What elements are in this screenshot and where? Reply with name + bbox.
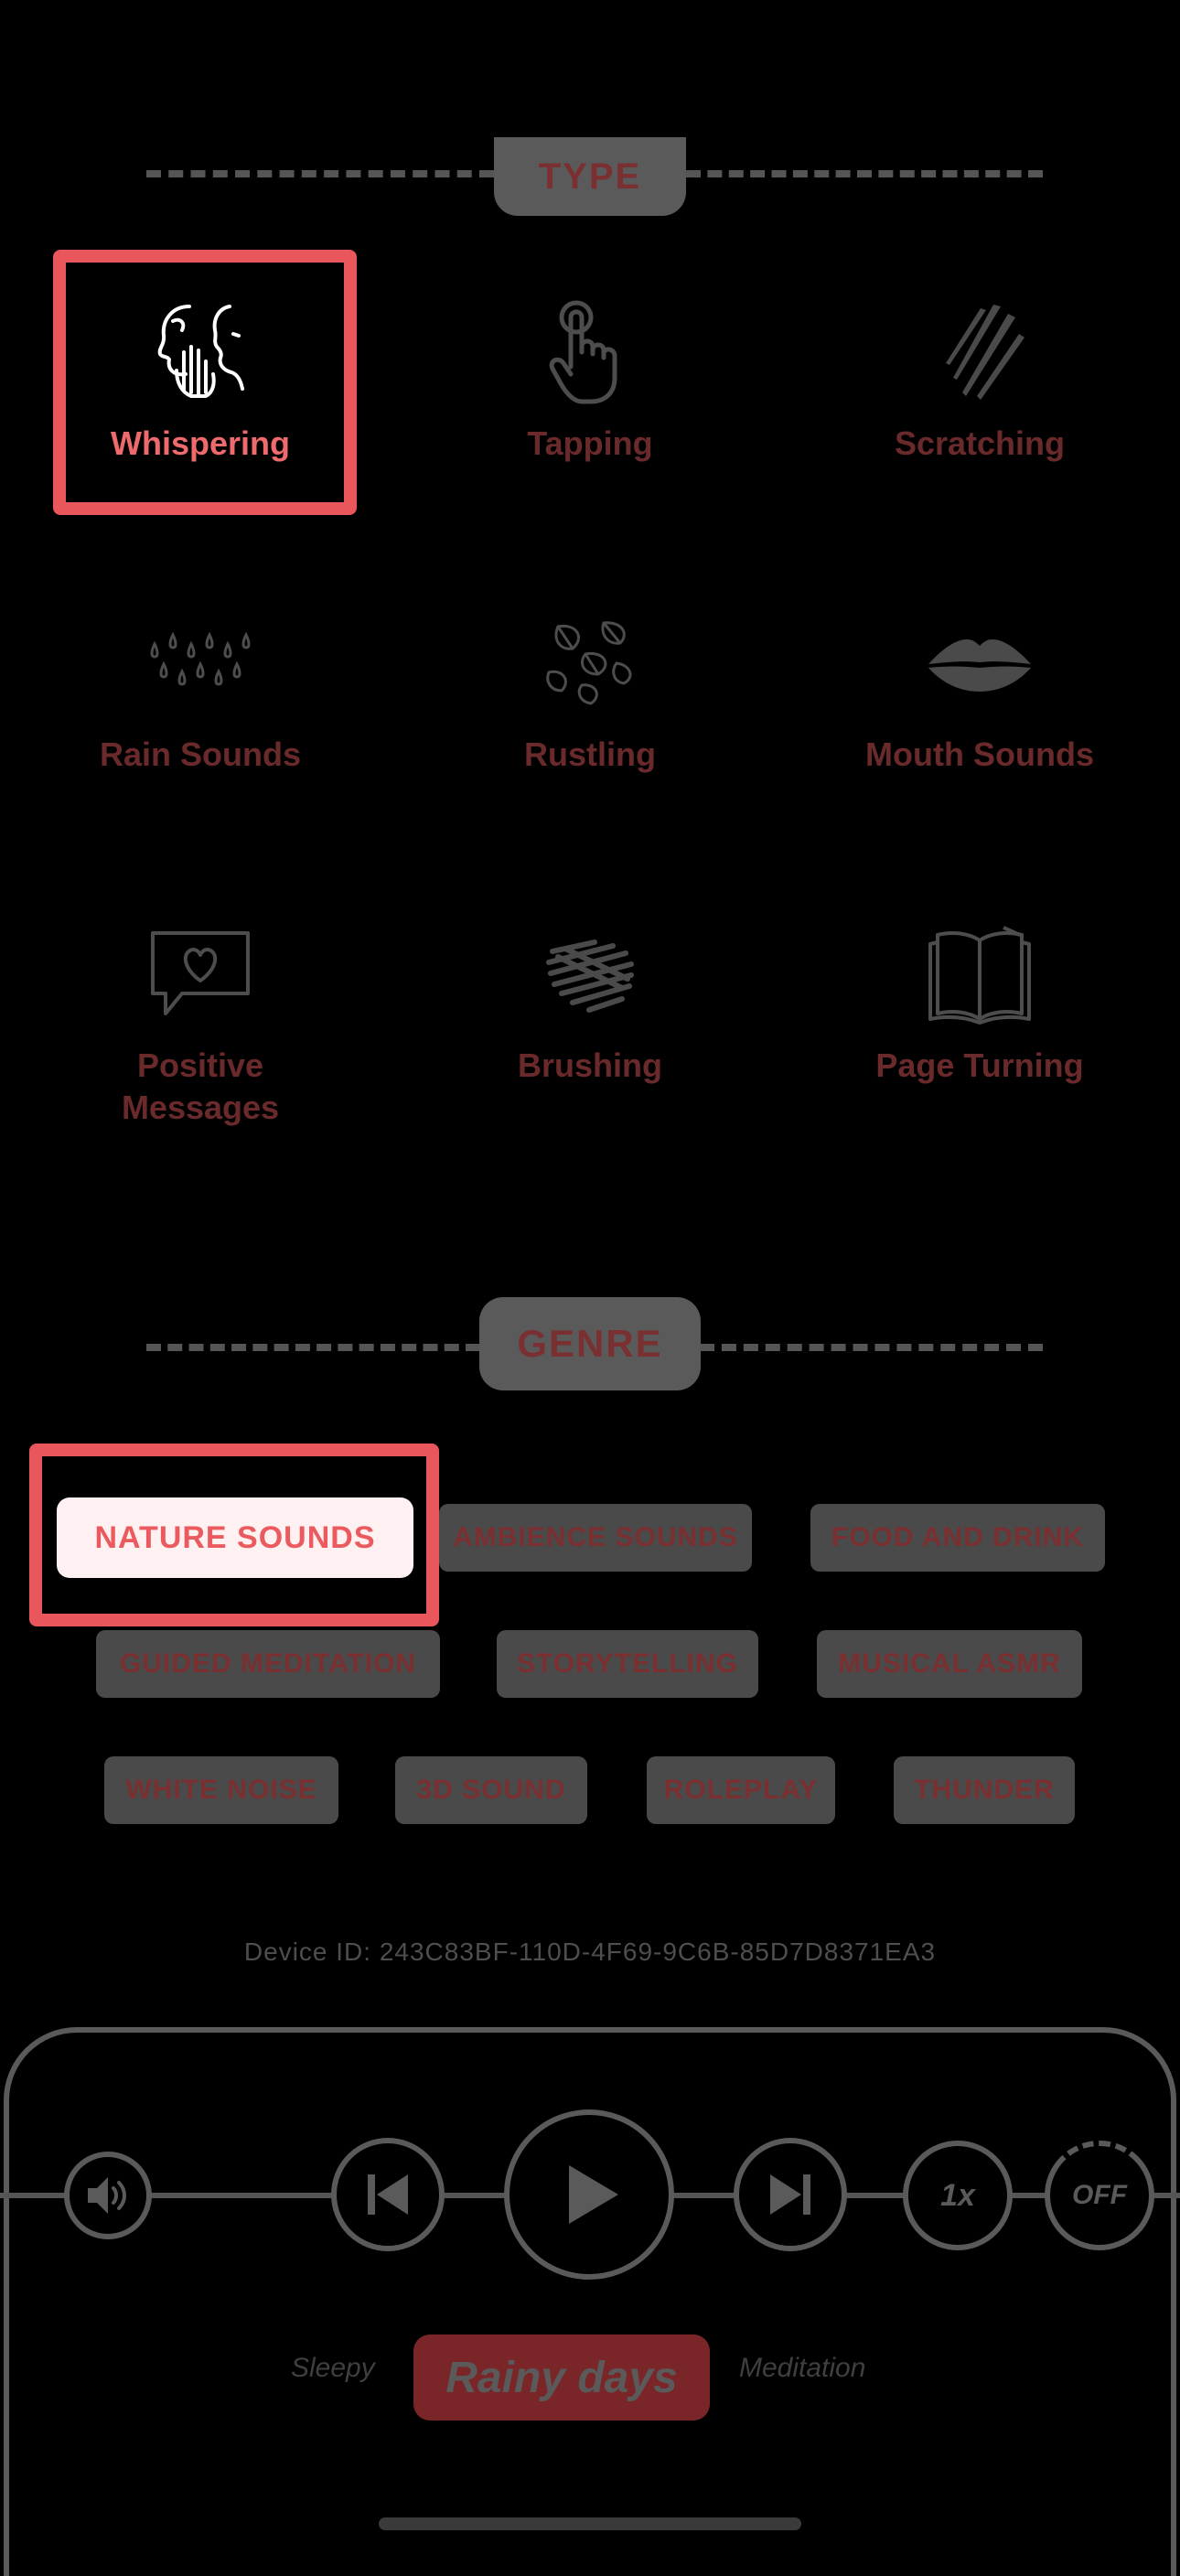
genre-chip-3d-sound[interactable]: 3D SOUND bbox=[395, 1756, 587, 1824]
genre-chip-thunder[interactable]: THUNDER bbox=[894, 1756, 1075, 1824]
type-label: Rustling bbox=[524, 735, 656, 773]
type-label: Whispering bbox=[111, 424, 290, 462]
scratch-marks-icon bbox=[920, 293, 1039, 412]
type-whispering[interactable]: Whispering bbox=[49, 293, 351, 465]
genre-divider-left bbox=[146, 1344, 480, 1351]
mode-rainy-days[interactable]: Rainy days bbox=[413, 2334, 710, 2420]
genre-chip-nature-sounds[interactable]: NATURE SOUNDS bbox=[57, 1497, 413, 1578]
type-page-turning[interactable]: Page Turning bbox=[829, 915, 1131, 1087]
genre-divider-right bbox=[700, 1344, 1043, 1351]
type-label: Tapping bbox=[527, 424, 653, 462]
playback-speed-button[interactable]: 1x bbox=[903, 2141, 1013, 2250]
heart-message-icon bbox=[141, 915, 260, 1034]
genre-section-title: GENRE bbox=[479, 1297, 701, 1390]
brush-scribble-icon bbox=[531, 915, 649, 1034]
skip-forward-icon bbox=[770, 2174, 810, 2215]
type-brushing[interactable]: Brushing bbox=[439, 915, 741, 1087]
genre-chip-white-noise[interactable]: WHITE NOISE bbox=[104, 1756, 338, 1824]
type-rain-sounds[interactable]: Rain Sounds bbox=[49, 604, 351, 776]
type-section-title: TYPE bbox=[494, 137, 686, 216]
next-track-button[interactable] bbox=[734, 2138, 847, 2251]
previous-track-button[interactable] bbox=[331, 2138, 445, 2251]
type-label: Rain Sounds bbox=[99, 735, 301, 773]
tapping-finger-icon bbox=[531, 293, 649, 412]
type-positive-messages[interactable]: Positive Messages bbox=[49, 915, 351, 1129]
play-icon bbox=[569, 2165, 618, 2224]
type-tapping[interactable]: Tapping bbox=[439, 293, 741, 465]
type-label: Page Turning bbox=[875, 1046, 1084, 1084]
lips-icon bbox=[920, 604, 1039, 723]
type-rustling[interactable]: Rustling bbox=[439, 604, 741, 776]
home-indicator bbox=[379, 2517, 801, 2530]
type-scratching[interactable]: Scratching bbox=[829, 293, 1131, 465]
mode-meditation[interactable]: Meditation bbox=[739, 2353, 865, 2384]
type-divider-right bbox=[686, 170, 1043, 177]
genre-chip-ambience-sounds[interactable]: AMBIENCE SOUNDS bbox=[439, 1504, 752, 1572]
timer-label: OFF bbox=[1072, 2180, 1127, 2210]
genre-chip-musical-asmr[interactable]: MUSICAL ASMR bbox=[817, 1630, 1082, 1698]
type-label: Brushing bbox=[518, 1046, 662, 1084]
type-label: Positive Messages bbox=[121, 1046, 280, 1126]
genre-chip-guided-meditation[interactable]: GUIDED MEDITATION bbox=[96, 1630, 440, 1698]
type-label: Scratching bbox=[894, 424, 1066, 462]
volume-button[interactable] bbox=[64, 2152, 152, 2239]
genre-chip-roleplay[interactable]: ROLEPLAY bbox=[647, 1756, 835, 1824]
type-mouth-sounds[interactable]: Mouth Sounds bbox=[829, 604, 1131, 776]
play-button[interactable] bbox=[504, 2109, 674, 2280]
sleep-timer-button[interactable]: OFF bbox=[1045, 2141, 1154, 2250]
genre-chip-food-and-drink[interactable]: FOOD AND DRINK bbox=[810, 1504, 1105, 1572]
device-id: Device ID: 243C83BF-110D-4F69-9C6B-85D7D… bbox=[243, 1937, 937, 1966]
open-book-icon bbox=[920, 915, 1039, 1034]
raindrops-icon bbox=[141, 604, 260, 723]
whisper-icon bbox=[141, 293, 260, 412]
skip-back-icon bbox=[368, 2174, 408, 2215]
type-label: Mouth Sounds bbox=[865, 735, 1094, 773]
mode-sleepy[interactable]: Sleepy bbox=[291, 2353, 375, 2384]
speed-label: 1x bbox=[940, 2177, 975, 2213]
speaker-icon bbox=[88, 2177, 126, 2214]
genre-chip-storytelling[interactable]: STORYTELLING bbox=[497, 1630, 758, 1698]
type-divider-left bbox=[146, 170, 494, 177]
leaves-icon bbox=[531, 604, 649, 723]
